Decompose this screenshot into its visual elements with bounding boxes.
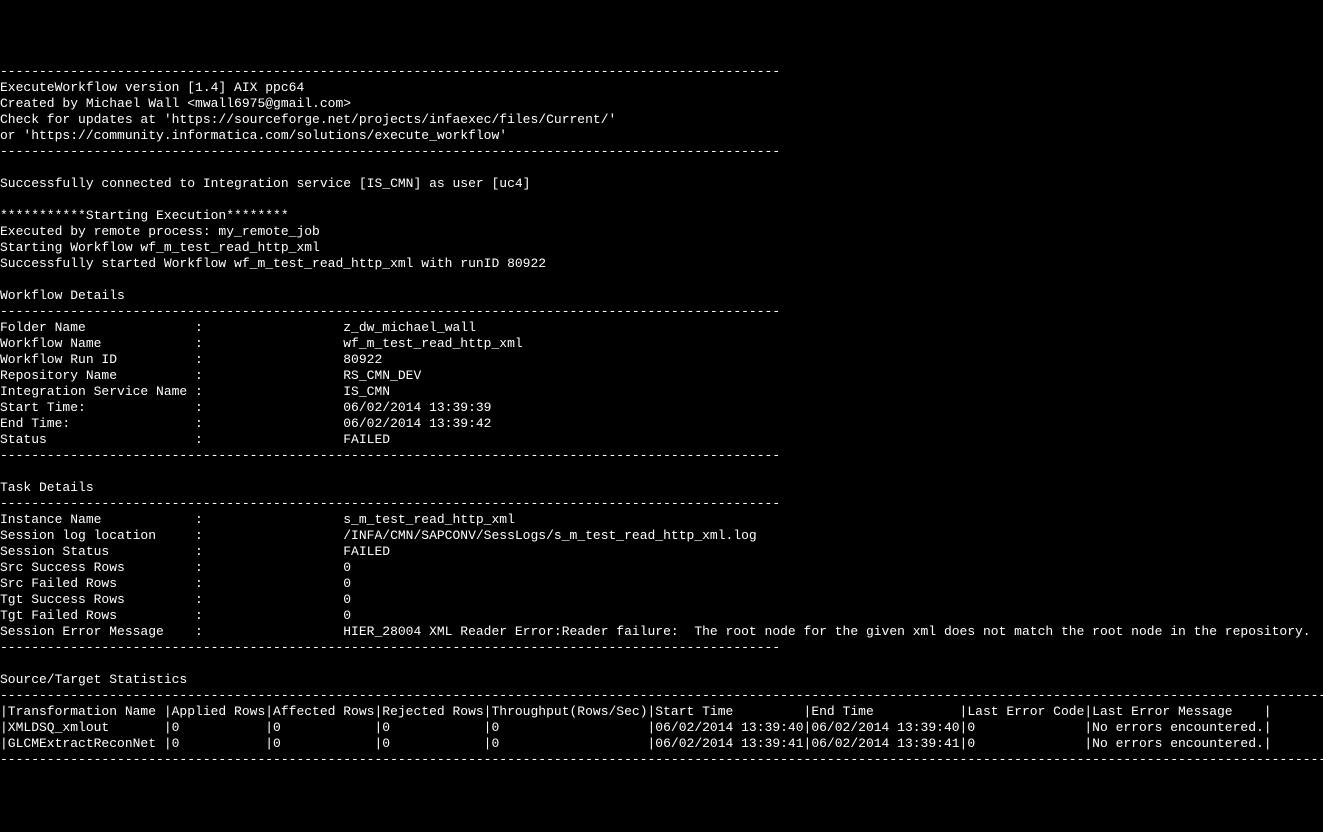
- wf-row: Workflow Name : wf_m_test_read_http_xml: [0, 336, 523, 351]
- wf-row: Status : FAILED: [0, 432, 390, 447]
- hr: ----------------------------------------…: [0, 64, 780, 79]
- stats-row: |XMLDSQ_xmlout |0 |0 |0 |0 |06/02/2014 1…: [0, 720, 1272, 735]
- header-line-2: Created by Michael Wall <mwall6975@gmail…: [0, 96, 351, 111]
- task-row: Session Status : FAILED: [0, 544, 390, 559]
- hr: ----------------------------------------…: [0, 144, 780, 159]
- task-row: Src Failed Rows : 0: [0, 576, 351, 591]
- task-row: Session log location : /INFA/CMN/SAPCONV…: [0, 528, 757, 543]
- hr-long: ----------------------------------------…: [0, 752, 1323, 767]
- exec-banner: ***********Starting Execution********: [0, 208, 289, 223]
- wf-row: Folder Name : z_dw_michael_wall: [0, 320, 476, 335]
- stats-row: |GLCMExtractReconNet |0 |0 |0 |0 |06/02/…: [0, 736, 1272, 751]
- exec-line-2: Starting Workflow wf_m_test_read_http_xm…: [0, 240, 320, 255]
- stats-title: Source/Target Statistics: [0, 672, 187, 687]
- wf-title: Workflow Details: [0, 288, 125, 303]
- exec-line-3: Successfully started Workflow wf_m_test_…: [0, 256, 546, 271]
- stats-header: |Transformation Name |Applied Rows|Affec…: [0, 704, 1272, 719]
- hr-long: ----------------------------------------…: [0, 688, 1323, 703]
- exec-line-1: Executed by remote process: my_remote_jo…: [0, 224, 320, 239]
- wf-row: Workflow Run ID : 80922: [0, 352, 382, 367]
- task-row: Session Error Message : HIER_28004 XML R…: [0, 624, 1311, 639]
- wf-row: Repository Name : RS_CMN_DEV: [0, 368, 421, 383]
- task-title: Task Details: [0, 480, 94, 495]
- wf-row: Start Time: : 06/02/2014 13:39:39: [0, 400, 491, 415]
- header-line-4: or 'https://community.informatica.com/so…: [0, 128, 507, 143]
- terminal-output: ----------------------------------------…: [0, 48, 1323, 768]
- hr: ----------------------------------------…: [0, 640, 780, 655]
- hr: ----------------------------------------…: [0, 448, 780, 463]
- task-row: Tgt Failed Rows : 0: [0, 608, 351, 623]
- header-line-3: Check for updates at 'https://sourceforg…: [0, 112, 616, 127]
- header-line-1: ExecuteWorkflow version [1.4] AIX ppc64: [0, 80, 304, 95]
- hr: ----------------------------------------…: [0, 496, 780, 511]
- hr: ----------------------------------------…: [0, 304, 780, 319]
- connect-line: Successfully connected to Integration se…: [0, 176, 531, 191]
- task-row: Src Success Rows : 0: [0, 560, 351, 575]
- task-row: Tgt Success Rows : 0: [0, 592, 351, 607]
- task-row: Instance Name : s_m_test_read_http_xml: [0, 512, 515, 527]
- wf-row: Integration Service Name : IS_CMN: [0, 384, 390, 399]
- wf-row: End Time: : 06/02/2014 13:39:42: [0, 416, 491, 431]
